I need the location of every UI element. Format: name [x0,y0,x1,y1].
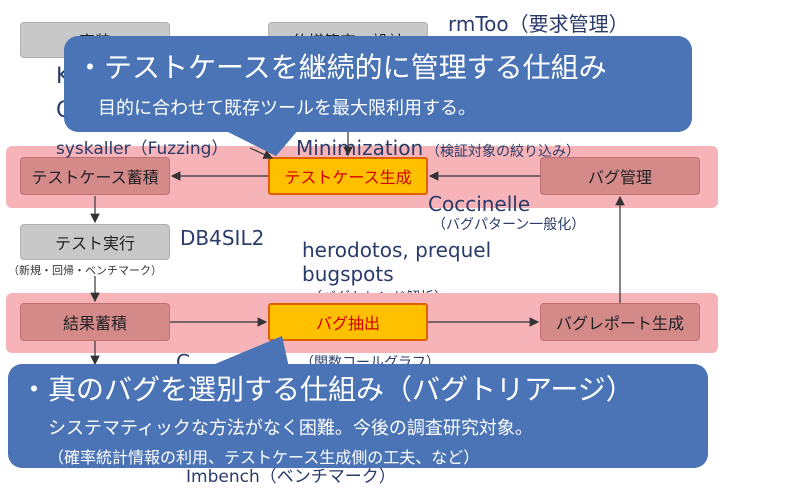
callout-top-sub: 目的に合わせて既存ツールを最大限利用する。 [98,98,476,119]
callout-bug-triage: ・真のバグを選別する仕組み（バグトリアージ） システマティックな方法がなく困難。… [8,364,708,468]
callout-bottom-sub: システマティックな方法がなく困難。今後の調査研究対象。 [48,418,533,439]
callout-bottom-sub2: （確率統計情報の利用、テストケース生成側の工夫、など） [48,448,480,467]
callout-top-headline: ・テストケースを継続的に管理する仕組み [76,51,607,84]
callout-continuous-management: ・テストケースを継続的に管理する仕組み 目的に合わせて既存ツールを最大限利用する… [64,36,692,132]
callout-top-pointer [220,128,300,156]
callout-bottom-headline: ・真のバグを選別する仕組み（バグトリアージ） [20,373,634,406]
